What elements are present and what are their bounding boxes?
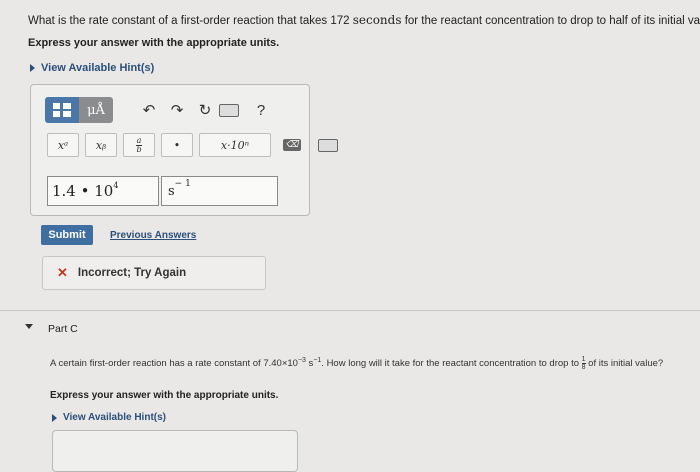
toolbar-symbols: xᵃ xᵦ ab • x·10ⁿ ⌫: [47, 133, 343, 157]
collapse-part-c-icon[interactable]: [25, 324, 33, 329]
answer-unit: s: [168, 184, 175, 199]
keyboard-icon: [219, 104, 239, 117]
question-text-part: for the reactant concentration to drop t…: [402, 15, 700, 27]
express-instruction: Express your answer with the appropriate…: [28, 37, 279, 49]
part-c-text: A certain first-order reaction has a rat…: [50, 358, 298, 369]
templates-button[interactable]: [45, 97, 79, 123]
answer-value: 1.4 • 10: [52, 182, 113, 200]
answer-panel: μÅ ↶ ↷ ↻ ? xᵃ xᵦ ab • x·10ⁿ ⌫ 1.4 • 104 …: [30, 84, 310, 216]
part-c-text: . How long will it take for the reactant…: [321, 358, 581, 369]
caret-right-icon: [52, 414, 57, 422]
units-button[interactable]: μÅ: [79, 97, 113, 123]
answer-unit-field[interactable]: s− 1: [161, 176, 278, 206]
section-divider: [0, 310, 700, 311]
caret-right-icon: [30, 64, 35, 72]
scientific-notation-button[interactable]: x·10ⁿ: [199, 133, 271, 157]
delete-icon: ⌫: [283, 139, 301, 151]
subscript-button[interactable]: xᵦ: [85, 133, 117, 157]
answer-exponent: 4: [113, 181, 118, 190]
view-hints-link[interactable]: View Available Hint(s): [30, 62, 154, 74]
redo-icon[interactable]: ↷: [163, 101, 191, 119]
grid-icon: [53, 103, 71, 117]
view-hints-label: View Available Hint(s): [41, 62, 154, 74]
answer-value-field[interactable]: 1.4 • 104: [47, 176, 159, 206]
previous-answers-link[interactable]: Previous Answers: [110, 230, 196, 241]
part-c-view-hints-label: View Available Hint(s): [63, 412, 166, 423]
feedback-box: ✕ Incorrect; Try Again: [42, 256, 266, 290]
keyboard-icon: [318, 139, 338, 152]
part-c-view-hints-link[interactable]: View Available Hint(s): [52, 412, 166, 423]
keyboard-button[interactable]: [219, 104, 247, 117]
delete-button[interactable]: ⌫: [277, 134, 307, 156]
dot-button[interactable]: •: [161, 133, 193, 157]
part-c-question: A certain first-order reaction has a rat…: [50, 352, 685, 373]
question-unit: seconds: [353, 13, 402, 27]
part-c-exponent: −3: [298, 357, 306, 364]
part-c-express-instruction: Express your answer with the appropriate…: [50, 390, 278, 401]
help-icon[interactable]: ?: [247, 102, 275, 119]
question-text: What is the rate constant of a first-ord…: [28, 13, 700, 27]
reset-icon[interactable]: ↻: [191, 101, 219, 119]
answer-unit-exponent: − 1: [175, 179, 191, 189]
part-c-title[interactable]: Part C: [48, 323, 78, 335]
superscript-button[interactable]: xᵃ: [47, 133, 79, 157]
fraction-button[interactable]: ab: [123, 133, 155, 157]
part-c-answer-panel: [52, 430, 298, 472]
submit-button[interactable]: Submit: [41, 225, 93, 245]
fraction-icon: ab: [136, 137, 141, 154]
undo-icon[interactable]: ↶: [135, 101, 163, 119]
keyboard-toggle-button[interactable]: [313, 134, 343, 156]
question-text-part: What is the rate constant of a first-ord…: [28, 15, 353, 27]
x-mark-icon: ✕: [57, 265, 68, 281]
toolbar-top: μÅ ↶ ↷ ↻ ?: [45, 97, 275, 123]
part-c-text: of its initial value?: [586, 358, 664, 369]
fraction-denominator: b: [136, 146, 141, 154]
feedback-text: Incorrect; Try Again: [78, 267, 186, 279]
